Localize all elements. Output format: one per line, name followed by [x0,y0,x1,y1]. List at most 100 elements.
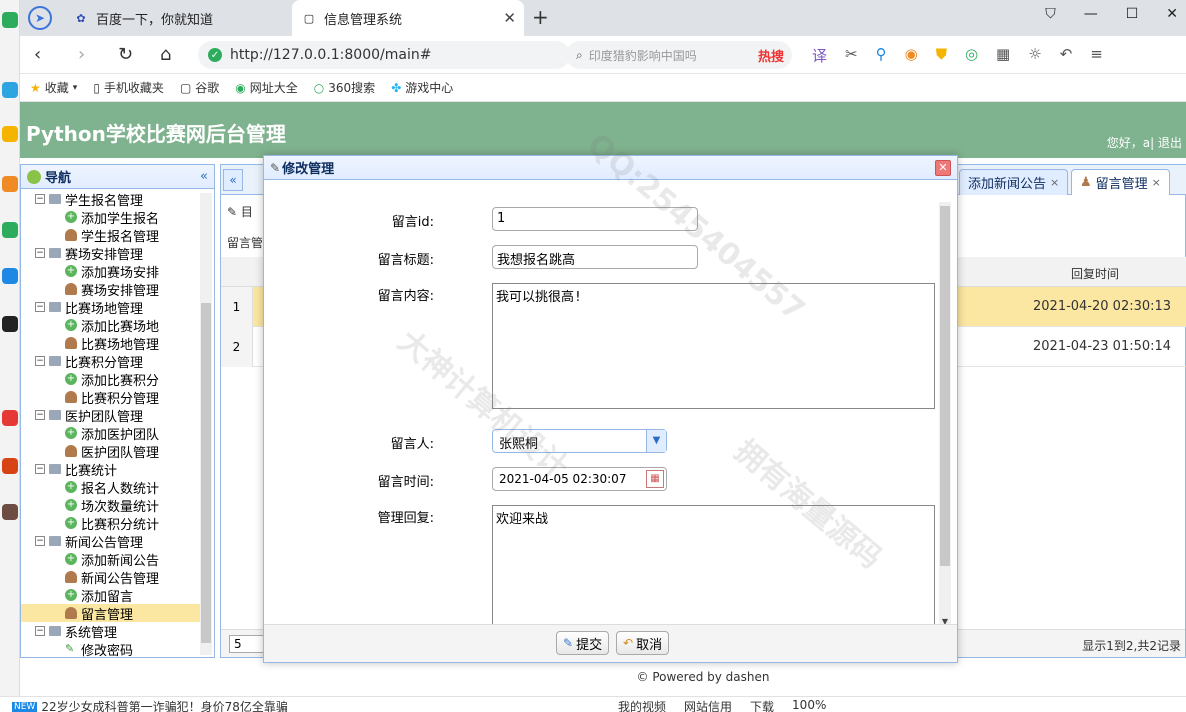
tab-message-manage[interactable]: ♟ 留言管理 × [1071,169,1170,195]
title-field[interactable]: 我想报名跳高 [492,245,698,269]
nav-item[interactable]: 新闻公告管理 [21,568,201,587]
app-icon[interactable] [2,458,18,474]
browser-tab-baidu[interactable]: ✿ 百度一下，你就知道 [64,0,312,36]
nav-group[interactable]: − 学生报名管理 [21,190,201,209]
app-icon[interactable] [2,126,18,142]
nav-item[interactable]: 比赛场地管理 [21,334,201,353]
nav-group[interactable]: − 医护团队管理 [21,406,201,425]
browser-tab-system[interactable]: ▢ 信息管理系统 ✕ [292,0,524,36]
id-field[interactable]: 1 [492,207,698,231]
status-credit[interactable]: 网站信用 [684,698,732,712]
tab-add-news[interactable]: 添加新闻公告 × [959,169,1069,195]
content-textarea[interactable]: 我可以挑很高! [492,283,935,409]
nav-item[interactable]: ✎ 修改密码 [21,640,201,659]
news-ticker[interactable]: NEW 22岁少女成科普第一诈骗犯！身价78亿全靠骗 [12,698,288,712]
status-download[interactable]: 下载 [750,698,774,712]
forward-icon[interactable]: › [78,44,85,65]
submit-button[interactable]: ✎ 提交 [556,631,610,655]
app-icon[interactable] [2,504,18,520]
grid-edit-button[interactable]: ✎ 目 [227,203,263,220]
nav-item[interactable]: 医护团队管理 [21,442,201,461]
bookmark-games[interactable]: ✤ 游戏中心 [391,79,453,96]
close-window-icon[interactable]: ✕ [1166,6,1178,22]
nav-group[interactable]: − 新闻公告管理 [21,532,201,551]
status-zoom[interactable]: 100% [792,698,826,712]
shield-icon[interactable]: ⛊ [936,45,947,66]
nav-item[interactable]: + 添加赛场安排 [21,262,201,281]
hot-search-label[interactable]: 热搜 [758,46,784,65]
collapse-toggle-icon[interactable]: − [35,536,45,546]
close-icon[interactable]: × [1152,176,1161,189]
person-select[interactable]: 张熙桐 ▼ [492,429,667,453]
close-icon[interactable]: ✕ [935,160,951,176]
collapse-toggle-icon[interactable]: − [35,410,45,420]
nav-item[interactable]: + 添加留言 [21,586,201,605]
search-input[interactable]: ⌕ 印度猎豹影响中国吗 热搜 [566,41,792,69]
nav-item[interactable]: + 比赛积分统计 [21,514,201,533]
nav-item[interactable]: 学生报名管理 [21,226,201,245]
app-icon[interactable] [2,316,18,332]
dialog-scrollbar[interactable]: ▼ [939,202,951,626]
collapse-toggle-icon[interactable]: − [35,464,45,474]
close-icon[interactable]: × [1050,176,1059,189]
scrollbar-thumb[interactable] [940,206,950,566]
grid-icon[interactable]: ▦ [996,45,1010,66]
app-icon[interactable] [2,222,18,238]
nav-item[interactable]: + 报名人数统计 [21,478,201,497]
nav-item[interactable]: + 场次数量统计 [21,496,201,515]
chevron-down-icon[interactable]: ▼ [646,430,666,452]
app-icon[interactable] [2,176,18,192]
compass-icon[interactable]: ➤ [28,6,52,30]
minimize-icon[interactable]: — [1084,6,1098,22]
scrollbar-thumb[interactable] [201,303,211,643]
bookmark-mobile[interactable]: ▯ 手机收藏夹 [93,79,164,96]
nav-item[interactable]: 比赛积分管理 [21,388,201,407]
reply-textarea[interactable]: 欢迎来战 [492,505,935,625]
nav-item[interactable]: + 添加比赛场地 [21,316,201,335]
nav-item[interactable]: + 添加学生报名 [21,208,201,227]
bookmark-favorites[interactable]: ★ 收藏 ▾ [30,79,77,96]
cancel-button[interactable]: ↶ 取消 [616,631,670,655]
scissors-icon[interactable]: ✂ [845,45,858,66]
status-video[interactable]: 我的视频 [618,698,666,712]
address-bar[interactable]: ✓ http://127.0.0.1:8000/main# [198,41,570,69]
app-icon[interactable] [2,12,18,28]
collapse-toggle-icon[interactable]: − [35,356,45,366]
search-icon[interactable]: ⚲ [876,45,887,66]
shirt-icon[interactable]: ⛉ [1045,6,1056,22]
nav-item[interactable]: + 添加医护团队 [21,424,201,443]
nav-group[interactable]: − 赛场安排管理 [21,244,201,263]
maximize-icon[interactable]: ☐ [1126,6,1139,22]
undo-icon[interactable]: ↶ [1060,45,1073,66]
back-icon[interactable]: ‹ [34,44,41,65]
home-icon[interactable]: ⌂ [160,44,171,65]
nav-group[interactable]: − 系统管理 [21,622,201,641]
nav-group[interactable]: − 比赛场地管理 [21,298,201,317]
collapse-toggle-icon[interactable]: − [35,248,45,258]
nav-group[interactable]: − 比赛统计 [21,460,201,479]
collapse-icon[interactable]: « [200,169,208,184]
translate-icon[interactable]: 译 [812,45,827,66]
column-header-reply-time[interactable]: 回复时间 [1071,265,1119,282]
wechat-icon[interactable]: ◎ [965,45,978,66]
theme-icon[interactable]: ☼ [1028,45,1041,66]
nav-item[interactable]: + 添加新闻公告 [21,550,201,569]
collapse-toggle-icon[interactable]: − [35,302,45,312]
bookmark-sites[interactable]: ◉ 网址大全 [235,79,298,96]
nav-group[interactable]: − 比赛积分管理 [21,352,201,371]
game-icon[interactable]: ◉ [905,45,918,66]
reload-icon[interactable]: ↻ [118,44,133,65]
app-icon[interactable] [2,410,18,426]
nav-item[interactable]: 赛场安排管理 [21,280,201,299]
menu-icon[interactable]: ≡ [1090,45,1103,66]
app-icon[interactable] [2,82,18,98]
nav-item[interactable]: + 添加比赛积分 [21,370,201,389]
nav-scrollbar[interactable] [200,193,212,655]
collapse-toggle-icon[interactable]: − [35,194,45,204]
tabs-scroll-left-icon[interactable]: « [223,169,243,191]
page-size-select[interactable]: 5 [229,635,265,653]
plus-icon[interactable]: + [532,5,549,29]
bookmark-360[interactable]: ○ 360搜索 [314,79,375,96]
user-greeting[interactable]: 您好，a| 退出 [1107,134,1182,151]
time-datepicker[interactable]: 2021-04-05 02:30:07 ▦ [492,467,667,491]
